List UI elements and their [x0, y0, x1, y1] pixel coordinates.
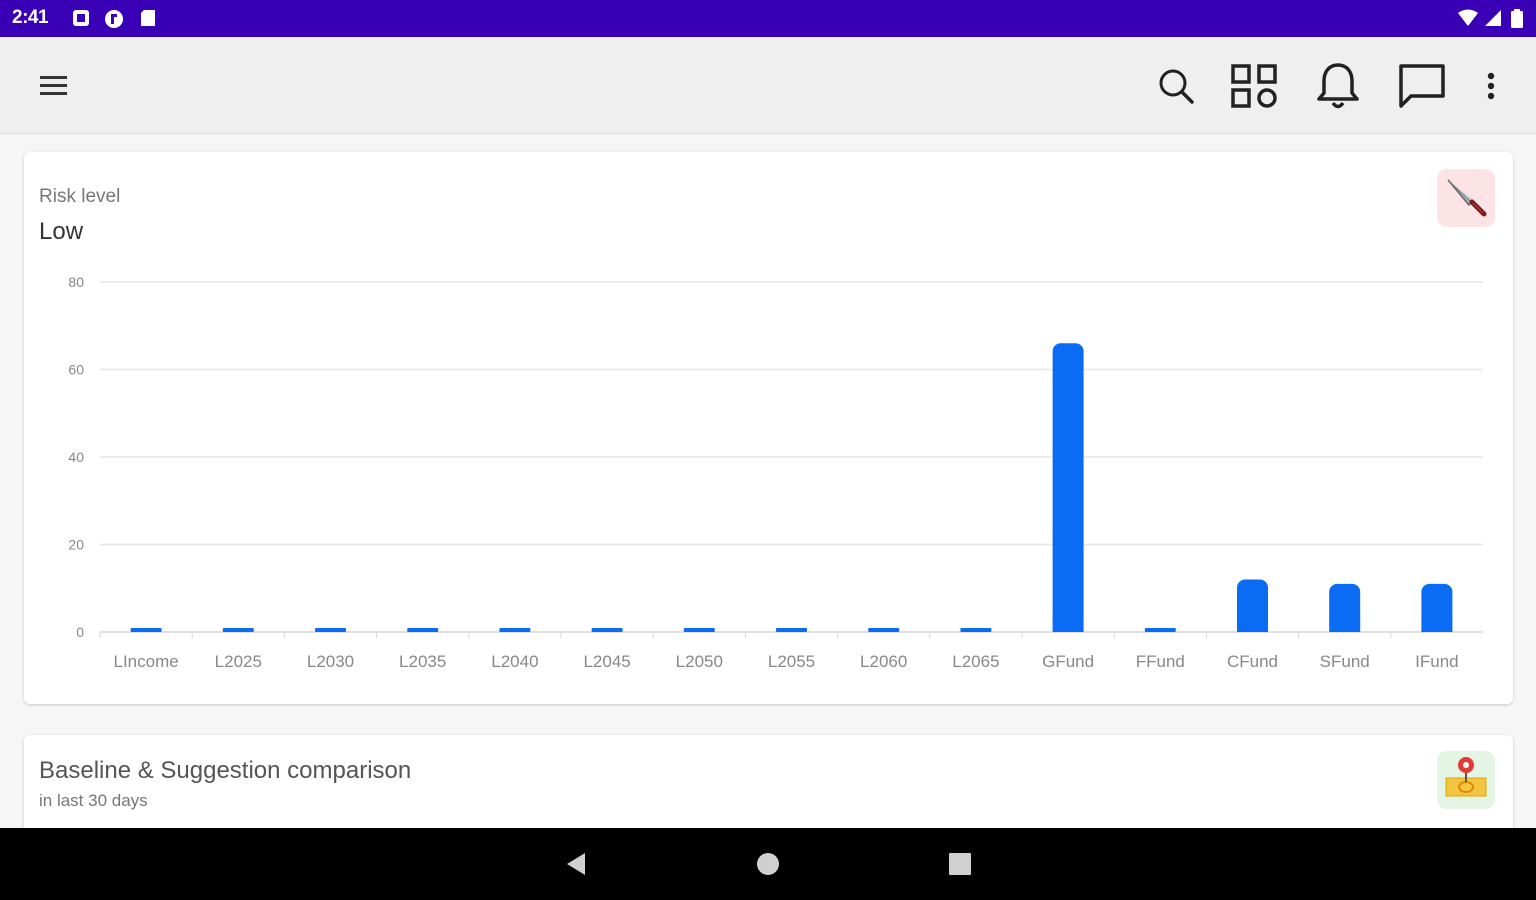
bar: [1052, 343, 1084, 632]
x-tick-label: LIncome: [113, 652, 178, 671]
x-tick-label: L2030: [307, 652, 354, 671]
bar: [222, 628, 254, 632]
recents-icon[interactable]: [942, 846, 978, 882]
bar-base: [1329, 622, 1361, 632]
status-bar: 2:41: [0, 0, 1536, 37]
risk-level-card: Risk level Low 0 20 40 60 80 LIncome L2025 L203…: [24, 152, 1513, 704]
bar: [499, 628, 531, 632]
menu-icon[interactable]: [30, 37, 78, 134]
y-tick-label: 0: [76, 624, 84, 640]
x-tick-label: L2050: [676, 652, 723, 671]
bar: [130, 628, 162, 632]
y-tick-label: 60: [68, 362, 84, 378]
x-tick-label: FFund: [1136, 652, 1185, 671]
notification-square-icon: [72, 9, 90, 27]
bar-base: [1237, 622, 1268, 632]
bar: [407, 628, 439, 632]
content-area[interactable]: Risk level Low 0 20 40 60 80 LIncome L2025 L203…: [0, 135, 1536, 828]
bar-base: [1052, 622, 1084, 632]
x-tick-label: L2060: [860, 652, 907, 671]
sd-card-icon: [139, 9, 157, 27]
back-icon[interactable]: [558, 846, 594, 882]
navigation-bar: [0, 828, 1536, 900]
bar: [683, 628, 715, 632]
x-tick-label: L2065: [952, 652, 999, 671]
bar: [315, 628, 346, 632]
x-tick-label: CFund: [1227, 652, 1278, 671]
app-circle-icon: [104, 9, 123, 28]
y-tick-label: 80: [68, 274, 84, 290]
y-tick-label: 40: [68, 449, 84, 465]
risk-chart: 0 20 40 60 80 LIncome L2025 L2030 L2035 L2040 L204…: [68, 274, 1483, 671]
app-bar: [0, 37, 1536, 134]
status-time: 2:41: [12, 7, 49, 28]
x-tick-label: L2045: [583, 652, 630, 671]
x-tick-label: GFund: [1042, 652, 1094, 671]
signal-icon: [1484, 9, 1502, 27]
wifi-icon: [1458, 9, 1478, 27]
x-tick-label: L2040: [491, 652, 538, 671]
bar: [960, 628, 992, 632]
bar-base: [1421, 622, 1453, 632]
x-tick-label: SFund: [1320, 652, 1370, 671]
more-vert-icon[interactable]: [1476, 37, 1506, 134]
bar: [1144, 628, 1176, 632]
bar: [776, 628, 807, 632]
chat-icon[interactable]: [1394, 37, 1450, 134]
x-tick-label: L2025: [215, 652, 262, 671]
x-tick-label: L2035: [399, 652, 446, 671]
bar: [591, 628, 623, 632]
comparison-badge: [1437, 751, 1495, 809]
y-tick-label: 20: [68, 537, 84, 553]
x-tick-label: L2055: [768, 652, 815, 671]
search-icon[interactable]: [1152, 37, 1200, 134]
home-icon[interactable]: [750, 846, 786, 882]
comparison-subtitle: in last 30 days: [39, 791, 148, 810]
comparison-title: Baseline & Suggestion comparison: [39, 757, 412, 784]
x-tick-label: IFund: [1415, 652, 1458, 671]
battery-icon: [1510, 9, 1528, 28]
bell-icon[interactable]: [1310, 37, 1366, 134]
apps-grid-icon[interactable]: [1226, 37, 1282, 134]
comparison-card: Baseline & Suggestion comparison in last…: [24, 735, 1513, 828]
money-pin-icon: [1442, 754, 1490, 807]
bar: [868, 628, 900, 632]
